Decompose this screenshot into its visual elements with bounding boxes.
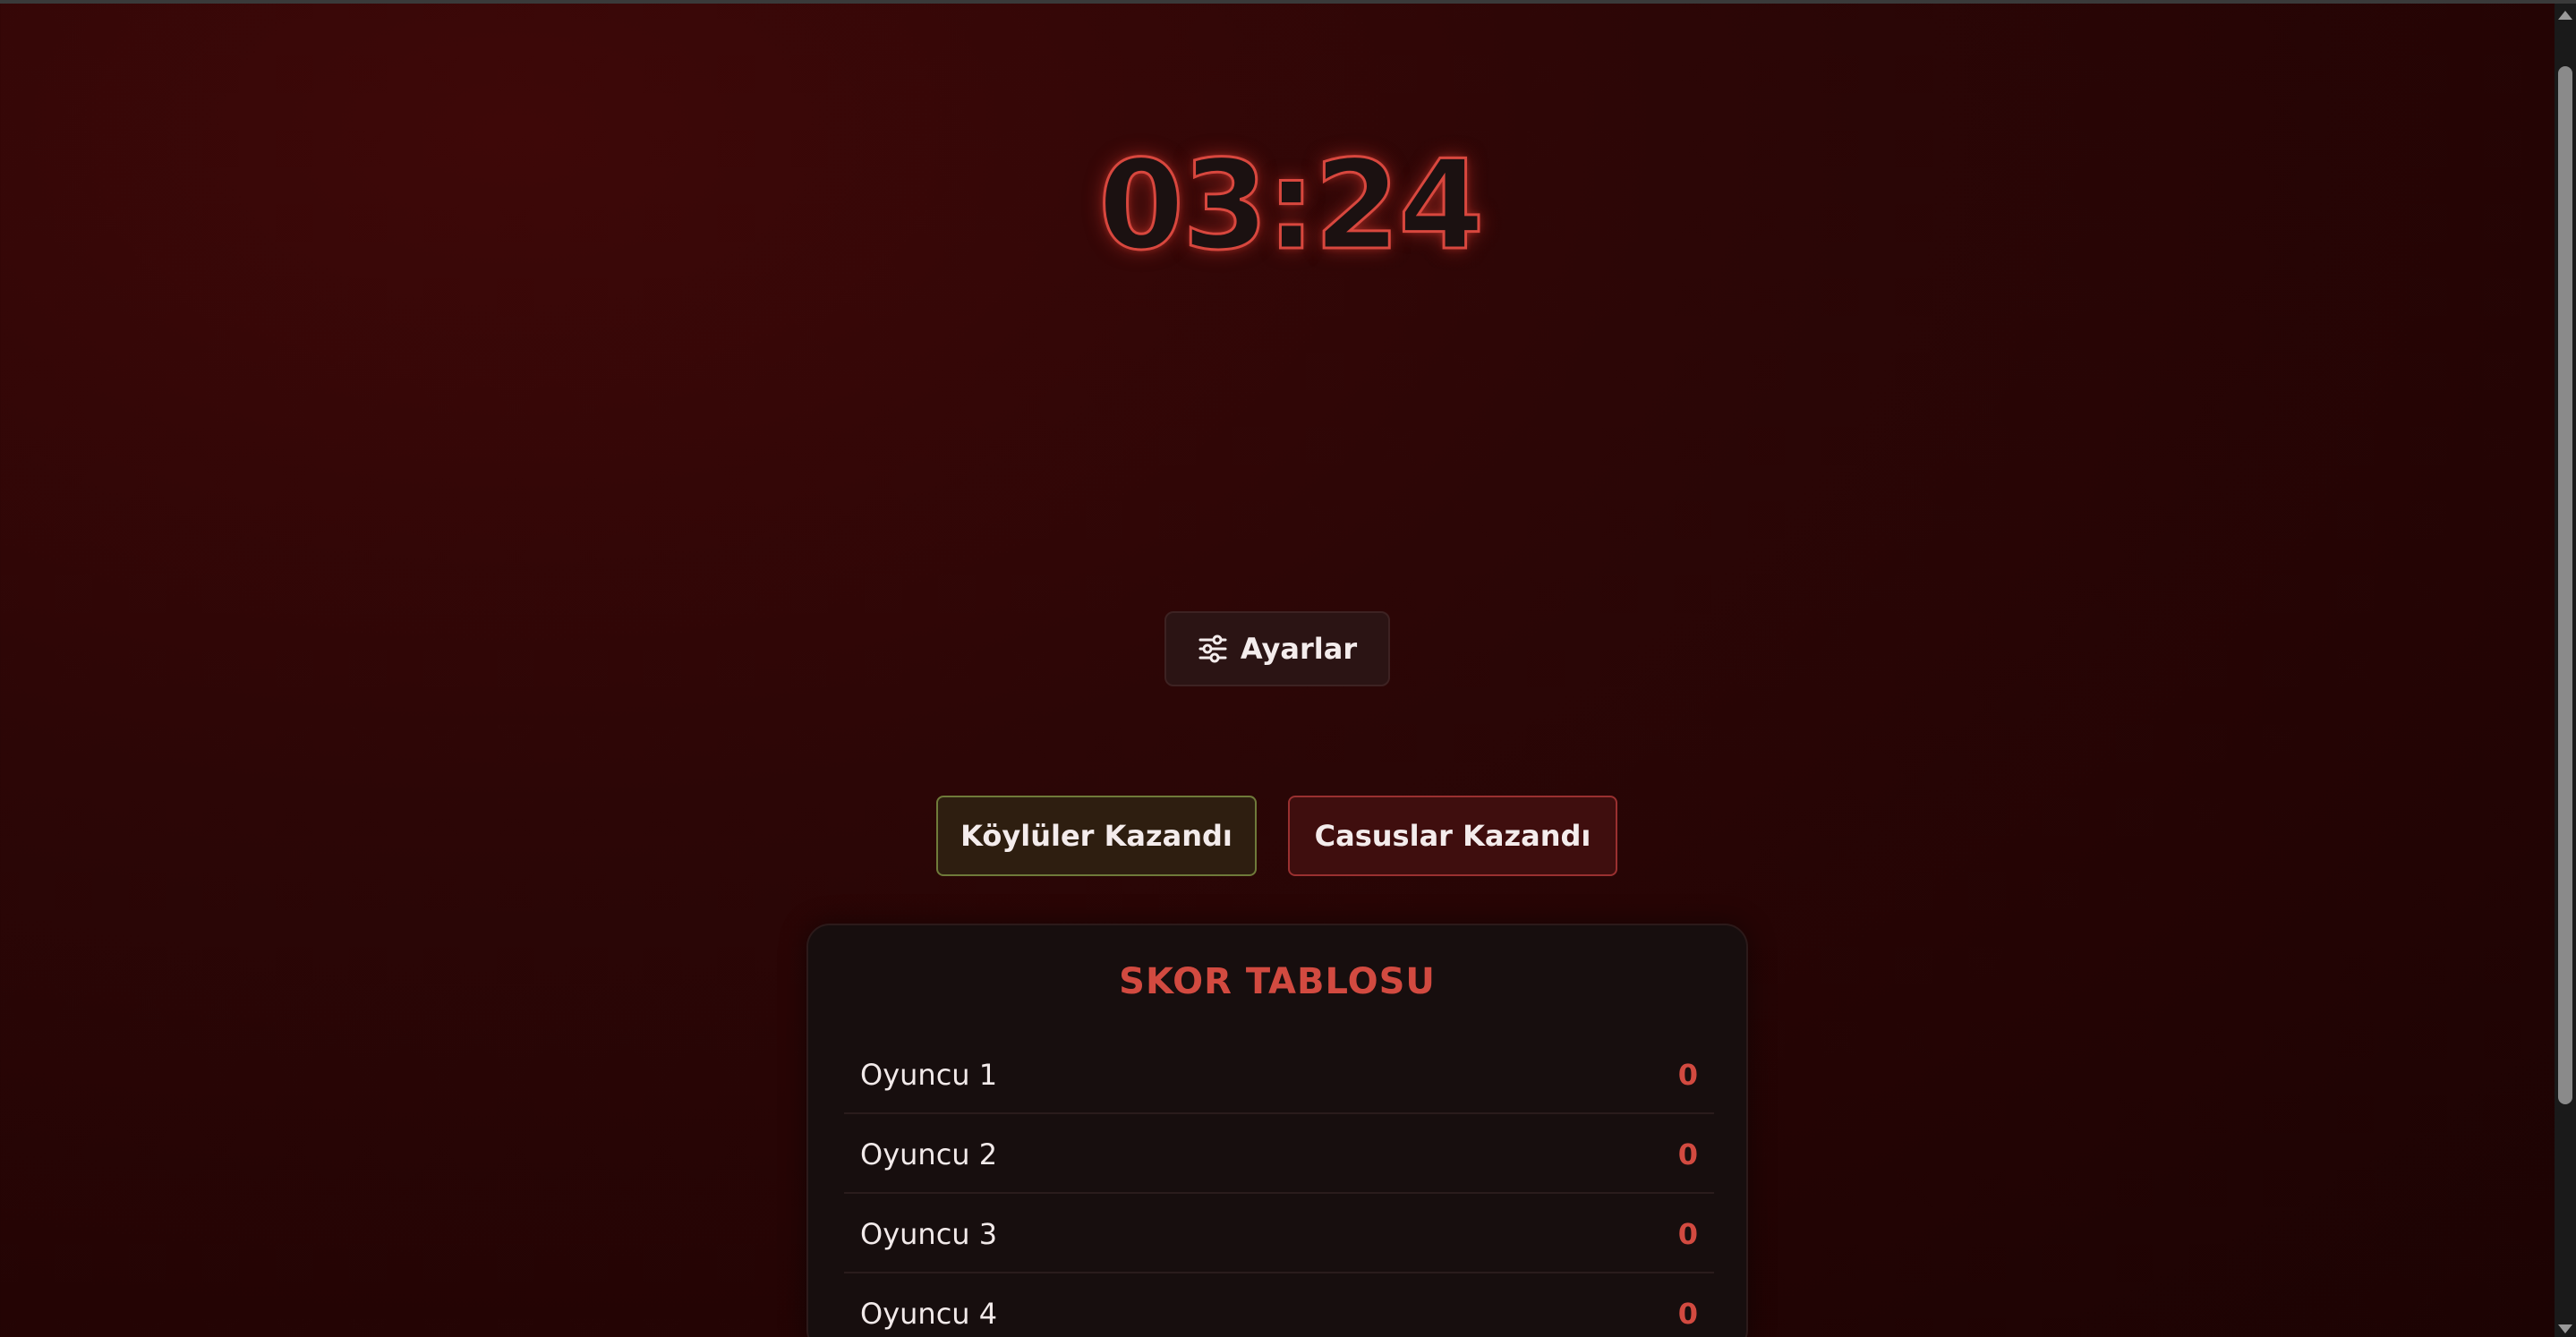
countdown-timer: 03:24: [1097, 132, 1486, 278]
player-score: 0: [1677, 1297, 1698, 1331]
player-name: Oyuncu 3: [860, 1217, 998, 1251]
scroll-down-arrow-icon[interactable]: [2558, 1324, 2572, 1333]
scoreboard-row: Oyuncu 1 0: [844, 1035, 1714, 1114]
settings-button[interactable]: Ayarlar: [1164, 611, 1390, 686]
scroll-up-arrow-icon[interactable]: [2558, 11, 2572, 20]
scoreboard-row: Oyuncu 2 0: [844, 1115, 1714, 1194]
player-name: Oyuncu 2: [860, 1137, 998, 1171]
villagers-won-button[interactable]: Köylüler Kazandı: [936, 796, 1257, 876]
page-scrollbar[interactable]: [2555, 4, 2576, 1337]
spies-won-button[interactable]: Casuslar Kazandı: [1288, 796, 1617, 876]
scoreboard-row: Oyuncu 4 0: [844, 1274, 1714, 1337]
scoreboard-card: SKOR TABLOSU Oyuncu 1 0 Oyuncu 2 0 Oyunc…: [806, 924, 1748, 1337]
sliders-icon: [1198, 634, 1228, 664]
player-name: Oyuncu 4: [860, 1297, 998, 1331]
scoreboard-title: SKOR TABLOSU: [1119, 961, 1436, 1002]
window-top-border: [0, 0, 2576, 4]
settings-button-label: Ayarlar: [1240, 632, 1358, 666]
scroll-thumb[interactable]: [2558, 66, 2572, 1104]
player-name: Oyuncu 1: [860, 1058, 998, 1092]
player-score: 0: [1677, 1137, 1698, 1171]
scoreboard-row: Oyuncu 3 0: [844, 1195, 1714, 1273]
player-score: 0: [1677, 1217, 1698, 1251]
player-score: 0: [1677, 1058, 1698, 1092]
